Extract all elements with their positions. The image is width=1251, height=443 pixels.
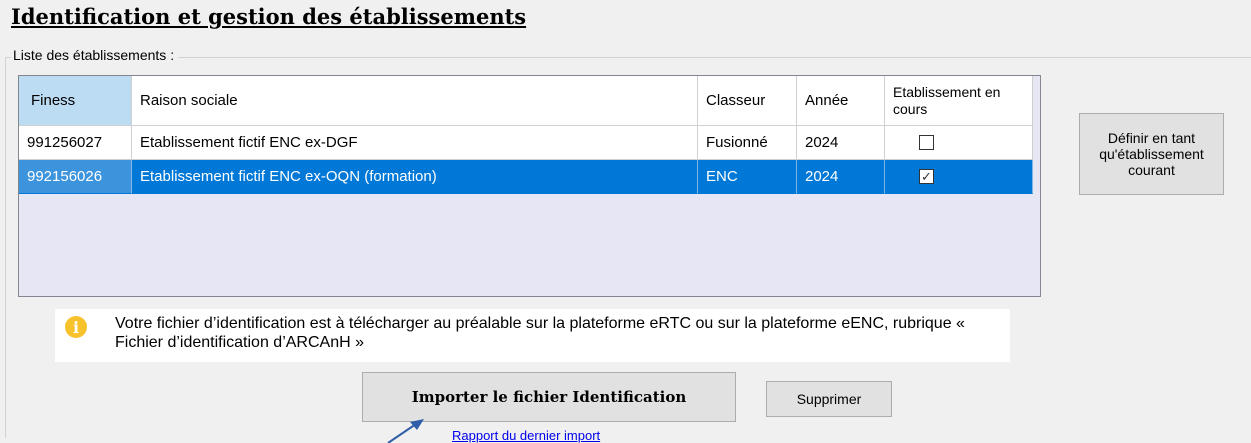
cell-annee: 2024 [797, 126, 885, 160]
page-title: Identification et gestion des établissem… [11, 4, 527, 29]
info-text: Votre fichier d’identification est à tél… [115, 315, 965, 351]
column-header-classeur[interactable]: Classeur [698, 76, 797, 126]
last-import-report-link[interactable]: Rapport du dernier import [452, 428, 600, 443]
column-header-raison-sociale[interactable]: Raison sociale [132, 76, 698, 126]
info-message: i Votre fichier d’identification est à t… [55, 309, 1010, 362]
en-cours-checkbox-checked[interactable]: ✓ [919, 169, 934, 184]
group-legend: Liste des établissements : [11, 47, 179, 63]
cell-en-cours [885, 126, 1033, 160]
delete-button[interactable]: Supprimer [766, 381, 892, 417]
column-header-etablissement-en-cours[interactable]: Etablissement en cours [885, 76, 1033, 126]
cell-annee: 2024 [797, 160, 885, 194]
annotation-arrow-icon [387, 419, 424, 443]
cell-raison-sociale: Etablissement fictif ENC ex-OQN (formati… [132, 160, 698, 194]
set-current-establishment-button[interactable]: Définir en tant qu'établissement courant [1079, 113, 1224, 195]
cell-raison-sociale: Etablissement fictif ENC ex-DGF [132, 126, 698, 160]
import-identification-file-button[interactable]: Importer le fichier Identification [362, 372, 736, 422]
cell-finess: 992156026 [19, 160, 132, 194]
cell-classeur: ENC [698, 160, 797, 194]
cell-finess: 991256027 [19, 126, 132, 160]
establishments-grid[interactable]: Finess Raison sociale Classeur Année Eta… [18, 75, 1041, 297]
cell-classeur: Fusionné [698, 126, 797, 160]
cell-en-cours: ✓ [885, 160, 1033, 194]
column-header-annee[interactable]: Année [797, 76, 885, 126]
column-header-finess[interactable]: Finess [19, 76, 132, 126]
en-cours-checkbox[interactable] [919, 135, 934, 150]
info-icon: i [65, 316, 87, 338]
